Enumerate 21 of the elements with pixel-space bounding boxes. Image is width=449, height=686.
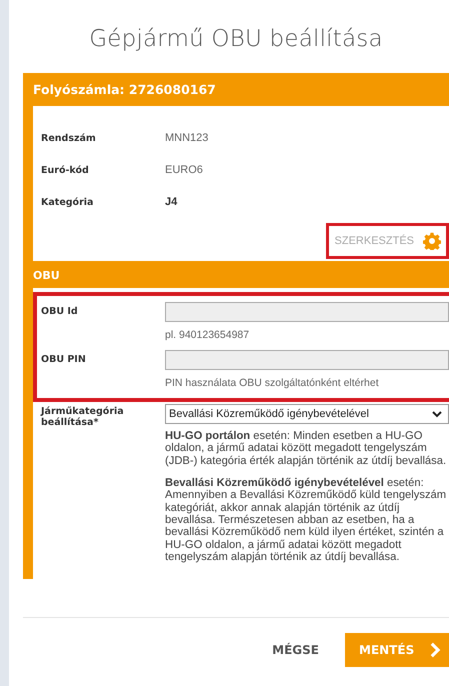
chevron-right-icon (430, 642, 441, 658)
field-value: J4 (165, 196, 178, 208)
gear-icon (423, 232, 441, 250)
field-label: OBU Id (41, 305, 79, 319)
page-title: Gépjármű OBU beállítása (88, 26, 384, 52)
field-label: Euró-kód (41, 164, 90, 176)
info-paragraph: HU-GO portálon esetén: Minden esetben a HU-GO oldalon, a jármű adatai között megadott tengelyszám (JDB-) kategória érték alapján történik az útdíj bevallása. (165, 430, 448, 467)
field-hint: PIN használata OBU szolgáltatónként eltérhet (165, 376, 380, 391)
field-label: Rendszám (41, 132, 97, 144)
info-paragraph: Bevallási Közreműködő igénybevételével esetén: Amennyiben a Bevallási Közreműködő küld tengelyszám kategóriát, akkor annak alapján történik az útdíj bevallása. Természetesen abban az esetben, ha a bevallási Közreműködő nem küld ilyen értéket, szintén a HU-GO oldalon, a jármű adatai között megadott tengelyszám alapján történik az útdíj bevallása. (165, 476, 448, 564)
field-label: OBU PIN (41, 353, 87, 367)
field-label: Kategória (41, 196, 94, 208)
field-value: EURO6 (165, 164, 203, 176)
category-select[interactable]: Bevallási Közreműködő igénybevételével (165, 404, 449, 424)
obu-header: OBU (33, 268, 61, 284)
field-value: MNN123 (165, 132, 208, 144)
chevron-down-icon (432, 410, 442, 418)
field-label: Járműkategória beállítása* (41, 405, 125, 430)
cancel-button[interactable]: MÉGSE (272, 643, 319, 657)
account-header: Folyószámla: 2726080167 (33, 81, 217, 99)
field-hint: pl. 940123654987 (165, 328, 250, 343)
